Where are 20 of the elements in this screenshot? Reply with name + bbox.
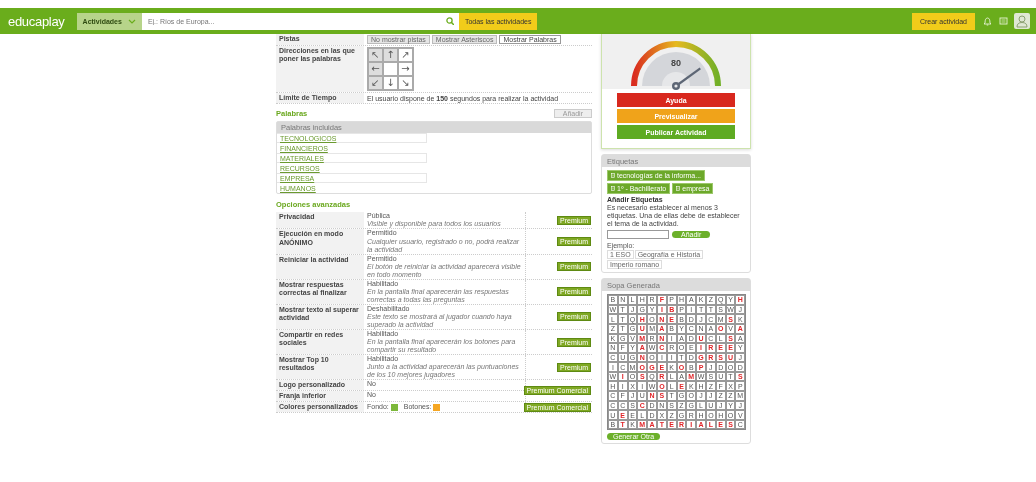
logo: educaplay	[8, 13, 65, 29]
bell-icon[interactable]	[983, 16, 992, 26]
chat-icon[interactable]	[999, 16, 1008, 26]
avatar-icon[interactable]	[1014, 13, 1030, 29]
direction-toggle[interactable]: →	[398, 62, 413, 76]
direction-toggle[interactable]: ↙	[368, 76, 383, 90]
direction-toggle[interactable]: ←	[368, 62, 383, 76]
direction-toggle[interactable]: ↖	[368, 48, 383, 62]
direction-cell[interactable]	[383, 62, 398, 76]
direction-toggle[interactable]: ↘	[398, 76, 413, 90]
tag-icon	[611, 173, 615, 178]
direction-toggle[interactable]: ↓	[383, 76, 398, 90]
direction-toggle[interactable]: ↑	[383, 48, 398, 62]
tag-input[interactable]	[607, 230, 669, 240]
score-value: 80	[671, 58, 681, 68]
caret-icon	[127, 18, 136, 24]
direction-toggle[interactable]: ↗	[398, 48, 413, 62]
tag-icon	[611, 186, 615, 191]
tag-icon	[676, 186, 681, 191]
search-icon	[446, 17, 455, 25]
